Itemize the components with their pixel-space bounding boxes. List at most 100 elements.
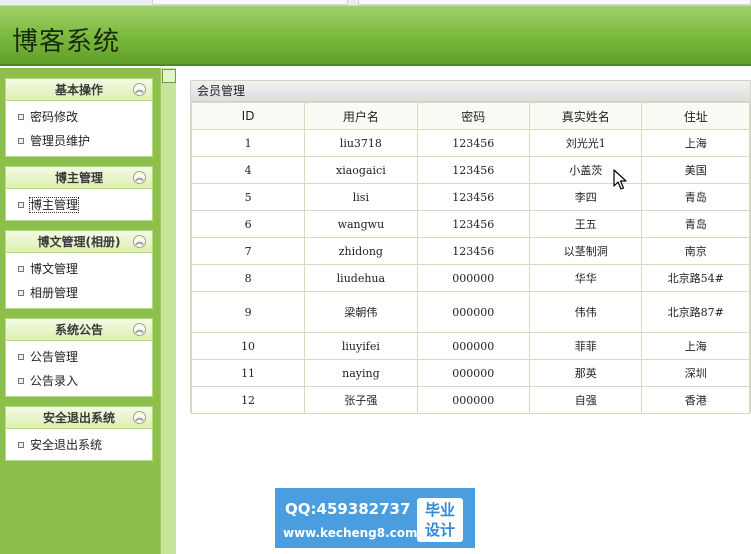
table-row[interactable]: 9 梁朝伟 000000 伟伟 北京路87#: [190, 291, 750, 333]
menu-group-title: 博主管理: [54, 171, 103, 185]
cell-username: xiaogaici: [304, 156, 418, 184]
column-header-realname[interactable]: 真实姓名: [528, 102, 643, 130]
collapse-icon[interactable]: ︽: [133, 411, 146, 424]
table-row[interactable]: 8 liudehua 000000 华华 北京路54#: [190, 264, 750, 292]
cell-password: 123456: [416, 129, 530, 157]
cell-username: liuyifei: [304, 332, 418, 360]
menu-item-password[interactable]: 密码修改: [6, 105, 152, 129]
table-row[interactable]: 6 wangwu 123456 王五 青岛: [190, 210, 750, 238]
cell-address: 香港: [641, 386, 750, 414]
menu-group-header[interactable]: 系统公告 ︽: [6, 319, 152, 341]
cell-realname: 伟伟: [528, 291, 643, 333]
menu-group-basic: 基本操作 ︽ 密码修改 管理员维护: [5, 78, 153, 157]
mouse-cursor-icon: [613, 169, 627, 190]
cell-address: 上海: [641, 129, 750, 157]
cell-id: 8: [190, 264, 306, 292]
cell-realname: 刘光光1: [528, 129, 643, 157]
cell-realname: 以茎制洞: [528, 237, 643, 265]
cell-address: 青岛: [641, 210, 750, 238]
cell-password: 000000: [416, 332, 530, 360]
table-row[interactable]: 7 zhidong 123456 以茎制洞 南京: [190, 237, 750, 265]
menu-item-admin[interactable]: 管理员维护: [6, 129, 152, 153]
column-header-id[interactable]: ID: [190, 102, 306, 130]
cell-address: 深圳: [641, 359, 750, 387]
member-table: ID 用户名 密码 真实姓名 住址 1 liu3718 123456 刘光光1 上海 4…: [190, 102, 750, 414]
menu-group-posts: 博文管理(相册) ︽ 博文管理 相册管理: [5, 230, 153, 309]
menu-group-header[interactable]: 博主管理 ︽: [6, 167, 152, 189]
watermark-qq: QQ:459382737: [285, 500, 411, 518]
cell-address: 北京路54#: [641, 264, 750, 292]
watermark-site: www.kecheng8.com: [283, 526, 418, 540]
menu-group-title: 系统公告: [54, 323, 103, 337]
bullet-icon: [18, 442, 24, 448]
cell-id: 9: [190, 291, 306, 333]
cell-address: 青岛: [641, 183, 750, 211]
cell-realname: 华华: [528, 264, 643, 292]
cell-address: 上海: [641, 332, 750, 360]
bullet-icon: [18, 378, 24, 384]
table-row[interactable]: 4 xiaogaici 123456 小盖茨 美国: [190, 156, 750, 184]
menu-group-logout: 安全退出系统 ︽ 安全退出系统: [5, 406, 153, 461]
cell-username: liudehua: [304, 264, 418, 292]
menu-group-header[interactable]: 基本操作 ︽: [6, 79, 152, 101]
cell-password: 123456: [416, 237, 530, 265]
member-panel: 会员管理 ID 用户名 密码 真实姓名 住址 1 liu3718 123456 刘光光…: [190, 80, 751, 414]
bullet-icon: [18, 114, 24, 120]
menu-item-album-manage[interactable]: 相册管理: [6, 281, 152, 305]
menu-group-notices: 系统公告 ︽ 公告管理 公告录入: [5, 318, 153, 397]
bullet-icon: [18, 202, 24, 208]
cell-password: 000000: [416, 291, 530, 333]
cell-id: 11: [190, 359, 306, 387]
menu-item-notice-manage[interactable]: 公告管理: [6, 345, 152, 369]
collapse-icon[interactable]: ︽: [133, 235, 146, 248]
cell-id: 5: [190, 183, 306, 211]
table-header-row: ID 用户名 密码 真实姓名 住址: [190, 102, 750, 130]
cell-username: liu3718: [304, 129, 418, 157]
menu-item-post-manage[interactable]: 博文管理: [6, 257, 152, 281]
app-title: 博客系统: [12, 27, 121, 57]
table-row[interactable]: 11 naying 000000 那英 深圳: [190, 359, 750, 387]
cell-address: 南京: [641, 237, 750, 265]
collapse-icon[interactable]: ︽: [133, 323, 146, 336]
cell-id: 1: [190, 129, 306, 157]
menu-item-logout[interactable]: 安全退出系统: [6, 433, 152, 457]
menu-group-bloggers: 博主管理 ︽ 博主管理: [5, 166, 153, 221]
cell-password: 123456: [416, 156, 530, 184]
cell-id: 4: [190, 156, 306, 184]
browser-tab-edge[interactable]: [358, 0, 751, 5]
splitter-toggle-icon[interactable]: [162, 69, 176, 83]
cell-username: zhidong: [304, 237, 418, 265]
column-header-address[interactable]: 住址: [641, 102, 750, 130]
watermark-badge-line1: 毕业: [424, 501, 455, 519]
cell-username: naying: [304, 359, 418, 387]
cell-password: 123456: [416, 210, 530, 238]
menu-group-title: 基本操作: [54, 83, 103, 97]
cell-password: 123456: [416, 183, 530, 211]
menu-item-blogger-manage[interactable]: 博主管理: [6, 193, 152, 217]
cell-id: 7: [190, 237, 306, 265]
browser-tab-edge[interactable]: [152, 0, 348, 5]
cell-realname: 自强: [528, 386, 643, 414]
column-header-username[interactable]: 用户名: [304, 102, 418, 130]
menu-group-header[interactable]: 博文管理(相册) ︽: [6, 231, 152, 253]
menu-group-header[interactable]: 安全退出系统 ︽: [6, 407, 152, 429]
menu-item-notice-entry[interactable]: 公告录入: [6, 369, 152, 393]
table-row[interactable]: 10 liuyifei 000000 菲菲 上海: [190, 332, 750, 360]
cell-password: 000000: [416, 264, 530, 292]
table-row[interactable]: 1 liu3718 123456 刘光光1 上海: [190, 129, 750, 157]
sidebar-splitter[interactable]: [160, 68, 176, 554]
bullet-icon: [18, 266, 24, 272]
main-content: 会员管理 ID 用户名 密码 真实姓名 住址 1 liu3718 123456 刘光光…: [176, 68, 751, 554]
cell-username: lisi: [304, 183, 418, 211]
table-row[interactable]: 5 lisi 123456 李四 青岛: [190, 183, 750, 211]
table-row[interactable]: 12 张子强 000000 自强 香港: [190, 386, 750, 414]
column-header-password[interactable]: 密码: [416, 102, 530, 130]
collapse-icon[interactable]: ︽: [133, 171, 146, 184]
watermark-badge-line2: 设计: [424, 521, 455, 539]
cell-realname: 王五: [528, 210, 643, 238]
watermark-banner: QQ:459382737 www.kecheng8.com 毕业 设计: [275, 488, 475, 548]
cell-password: 000000: [416, 359, 530, 387]
cell-realname: 那英: [528, 359, 643, 387]
collapse-icon[interactable]: ︽: [133, 83, 146, 96]
cell-password: 000000: [416, 386, 530, 414]
